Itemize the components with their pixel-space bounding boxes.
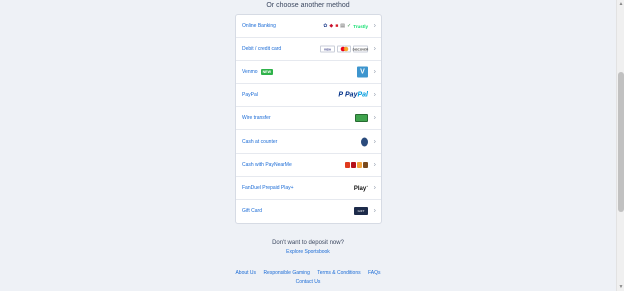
cash-icon — [355, 114, 368, 123]
method-label: Venmo — [242, 69, 258, 76]
method-play-plus[interactable]: FanDuel Prepaid Play+ Play+ › — [236, 177, 381, 200]
bank-logo-icon: ✓ — [347, 23, 352, 30]
gift-card-icon: GIFT — [354, 207, 368, 216]
chevron-right-icon: › — [373, 114, 376, 122]
method-label: FanDuel Prepaid Play+ — [242, 184, 294, 191]
store-logo-icon — [363, 161, 368, 168]
chevron-right-icon: › — [373, 184, 376, 192]
paypal-icon: P PayPal — [338, 91, 368, 99]
gift-logo-wrap: GIFT — [354, 207, 368, 216]
method-cash-at-counter[interactable]: Cash at counter › — [236, 130, 381, 154]
about-us-link[interactable]: About Us — [235, 270, 256, 276]
method-online-banking[interactable]: Online Banking ✿ ◆ ■ ▤ ✓ Trustly › — [236, 15, 381, 39]
chevron-right-icon: › — [373, 68, 376, 76]
bank-logo-icon: ◆ — [329, 23, 334, 30]
method-label: Gift Card — [242, 208, 263, 215]
play-plus-icon: Play+ — [353, 183, 368, 192]
visa-icon: VISA — [320, 45, 335, 53]
method-paynearme[interactable]: Cash with PayNearMe › — [236, 154, 381, 177]
method-wire-transfer[interactable]: Wire transfer › — [236, 107, 381, 131]
play-logo-wrap: Play+ — [354, 184, 368, 192]
bank-logo-icon: ✿ — [323, 23, 328, 30]
scroll-down-icon[interactable]: ▼ — [617, 283, 624, 291]
chevron-right-icon: › — [373, 22, 376, 30]
venmo-icon: V — [357, 66, 368, 78]
method-label: Debit / credit card — [242, 46, 282, 53]
counter-logo-wrap — [361, 137, 368, 147]
no-deposit-text: Don't want to deposit now? — [272, 240, 344, 246]
method-label: PayPal — [242, 92, 258, 99]
bank-logo-icon: ■ — [335, 23, 339, 30]
new-badge: NEW — [260, 69, 273, 76]
bank-logos: ✿ ◆ ■ ▤ ✓ Trustly — [323, 23, 368, 29]
payment-method-list: Online Banking ✿ ◆ ■ ▤ ✓ Trustly › Debit… — [235, 14, 382, 224]
store-logo-icon — [345, 161, 350, 168]
trustly-logo: Trustly — [353, 23, 368, 29]
chevron-right-icon: › — [373, 91, 376, 99]
paynearme-logos — [345, 161, 368, 168]
store-logo-icon — [357, 161, 362, 168]
scrollbar-thumb[interactable] — [618, 72, 624, 212]
method-paypal[interactable]: PayPal P PayPal › — [236, 84, 381, 108]
mastercard-icon — [337, 45, 351, 53]
method-label: Cash with PayNearMe — [242, 161, 292, 168]
chevron-right-icon: › — [373, 161, 376, 169]
discover-icon: DISCOVER — [352, 45, 369, 53]
responsible-gaming-link[interactable]: Responsible Gaming — [263, 270, 309, 276]
chevron-right-icon: › — [373, 207, 376, 215]
bank-logo-icon: ▤ — [340, 23, 346, 30]
contact-us-link[interactable]: Contact Us — [0, 279, 616, 285]
chevron-right-icon: › — [373, 138, 376, 146]
cash-counter-icon — [361, 137, 368, 147]
venmo-logo-wrap: V — [357, 66, 368, 78]
method-label: Cash at counter — [242, 138, 278, 145]
card-logos: VISA DISCOVER — [320, 45, 369, 53]
method-gift-card[interactable]: Gift Card GIFT › — [236, 200, 381, 223]
method-label: Wire transfer — [242, 115, 271, 122]
chevron-right-icon: › — [373, 45, 376, 53]
section-heading: Or choose another method — [266, 2, 350, 9]
faqs-link[interactable]: FAQs — [368, 270, 381, 276]
scrollbar[interactable]: ▲ ▼ — [616, 0, 624, 291]
scroll-up-icon[interactable]: ▲ — [617, 0, 624, 8]
method-label: Online Banking — [242, 23, 276, 30]
store-logo-icon — [351, 161, 356, 168]
method-card[interactable]: Debit / credit card VISA DISCOVER › — [236, 38, 381, 62]
method-venmo[interactable]: Venmo NEW V › — [236, 61, 381, 85]
footer-links: About Us Responsible Gaming Terms & Cond… — [0, 270, 616, 276]
explore-sportsbook-link[interactable]: Explore Sportsbook — [0, 249, 616, 255]
wire-logo-wrap — [355, 114, 368, 123]
paypal-logo-wrap: P PayPal — [338, 92, 368, 99]
terms-link[interactable]: Terms & Conditions — [317, 270, 360, 276]
